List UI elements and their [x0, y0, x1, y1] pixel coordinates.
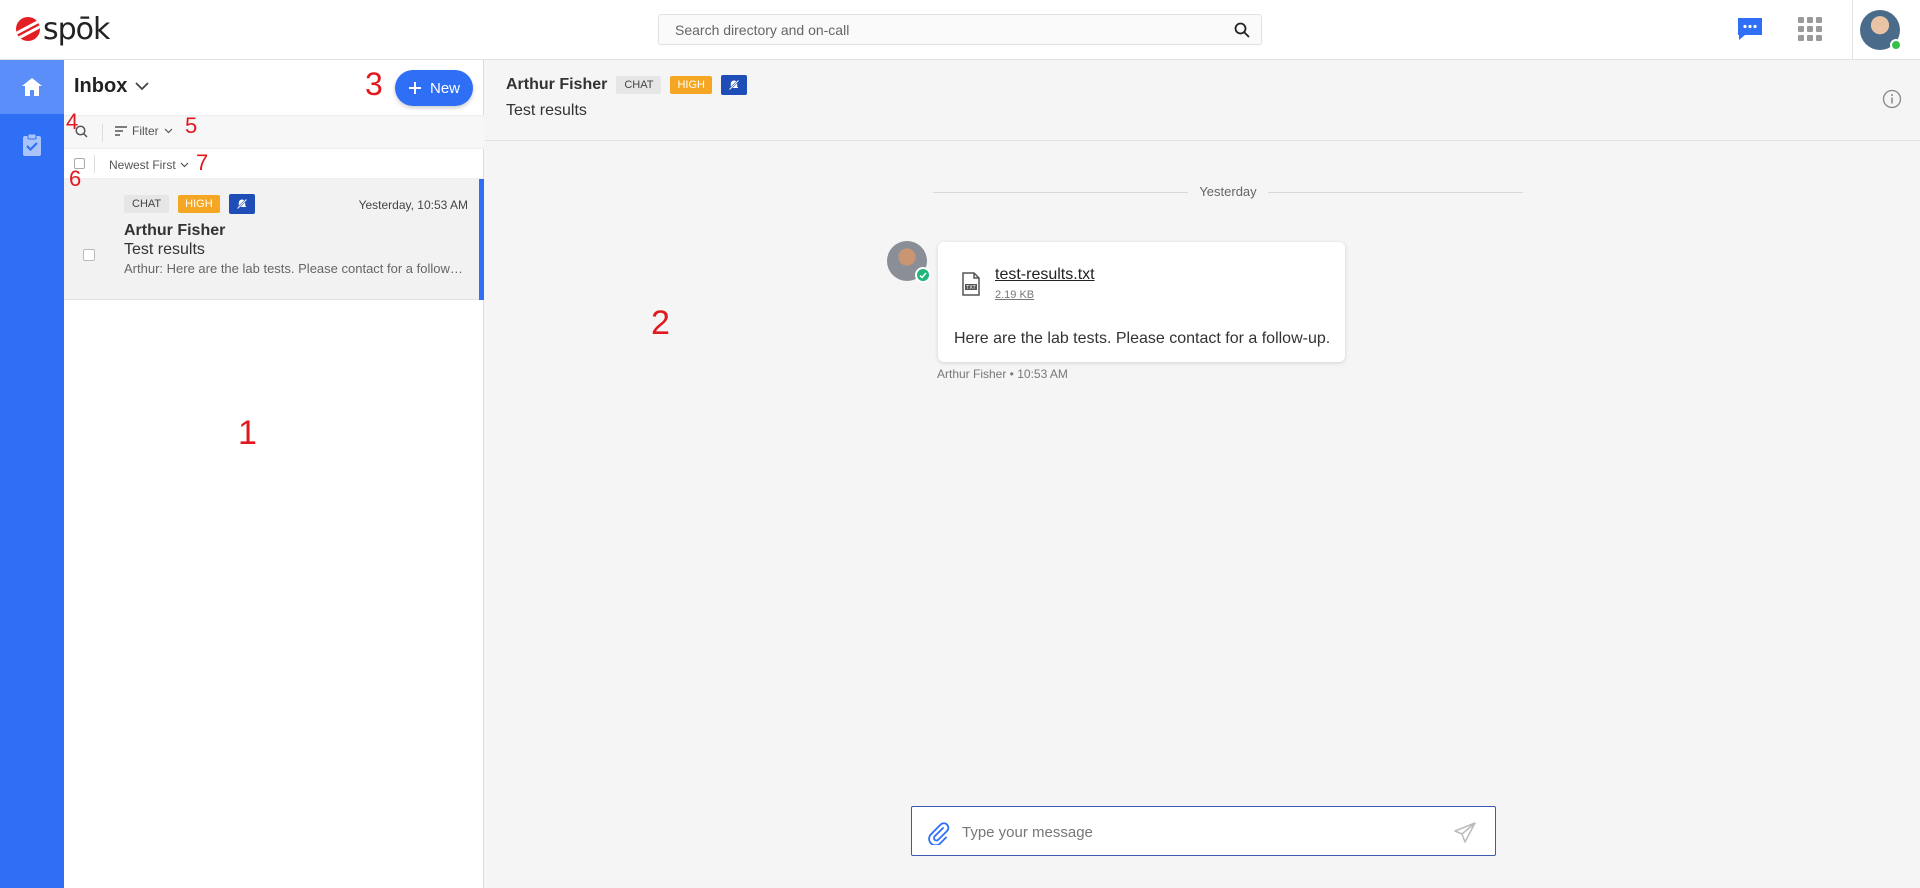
message-composer	[911, 806, 1496, 856]
user-avatar[interactable]	[1860, 10, 1902, 51]
annotation-5: 5	[185, 113, 198, 138]
sort-dropdown[interactable]: Newest First	[109, 158, 189, 172]
spok-logo-mark-icon	[16, 17, 40, 41]
grid-apps-icon[interactable]	[1795, 14, 1825, 44]
conversation-tags: CHAT HIGH	[124, 194, 255, 214]
directory-search	[658, 14, 1262, 45]
top-divider	[1852, 0, 1853, 60]
conversation-name: Arthur Fisher	[124, 222, 226, 239]
new-button-label: New	[429, 79, 460, 97]
annotation-6: 6	[69, 166, 82, 191]
chat-contact-name[interactable]: Arthur Fisher	[506, 76, 607, 94]
sort-divider	[94, 155, 95, 173]
paper-plane-icon[interactable]	[1453, 821, 1477, 845]
day-separator: Yesterday	[933, 184, 1523, 200]
chat-subject: Test results	[506, 102, 587, 119]
chat-type-tag: CHAT	[124, 195, 170, 213]
message-meta: Arthur Fisher • 10:53 AM	[937, 367, 1068, 381]
sender-avatar[interactable]	[887, 241, 931, 283]
chat-pane: Arthur Fisher CHAT HIGH Test results Yes…	[485, 60, 1920, 888]
new-message-button[interactable]: New	[395, 70, 473, 106]
directory-search-input[interactable]	[659, 21, 1227, 38]
filter-label: Filter	[132, 124, 159, 138]
svg-text:TXT: TXT	[965, 285, 976, 291]
inbox-title: Inbox	[74, 75, 128, 97]
filter-dropdown[interactable]: Filter	[115, 124, 173, 138]
chat-type-tag: CHAT	[616, 76, 662, 94]
spok-logo[interactable]: spōk	[16, 11, 110, 47]
txt-file-icon[interactable]: TXT	[960, 272, 982, 296]
chat-header: Arthur Fisher CHAT HIGH Test results	[485, 60, 1920, 141]
selected-indicator	[479, 179, 484, 300]
attachment-link[interactable]: test-results.txt	[995, 266, 1095, 284]
paperclip-icon[interactable]	[926, 821, 950, 845]
chevron-down-icon	[135, 82, 149, 91]
chevron-down-icon	[180, 162, 189, 168]
conversation-list-item[interactable]: CHAT HIGH Yesterday, 10:53 AM Arthur Fis…	[64, 179, 484, 300]
inbox-panel: Inbox New Filter Newest First CHAT HIGH	[64, 60, 484, 888]
priority-tag: HIGH	[178, 195, 220, 213]
logo-text: spōk	[43, 11, 110, 47]
inbox-toolbar: Filter	[64, 115, 484, 149]
chat-bubble-icon[interactable]	[1735, 14, 1765, 44]
top-bar: spōk	[0, 0, 1920, 60]
left-nav-rail	[0, 60, 64, 888]
inbox-dropdown[interactable]: Inbox	[74, 75, 149, 98]
home-icon	[22, 78, 42, 96]
attachment-size[interactable]: 2.19 KB	[995, 289, 1034, 301]
plus-icon	[408, 82, 421, 94]
conversation-subject: Test results	[124, 241, 205, 258]
inbox-header: Inbox New	[64, 60, 484, 115]
toolbar-divider	[102, 124, 103, 142]
bell-off-icon	[720, 75, 747, 95]
annotation-4: 4	[66, 109, 79, 134]
bell-off-icon	[228, 194, 255, 214]
filter-lines-icon	[115, 126, 127, 136]
priority-tag: HIGH	[670, 76, 712, 94]
sort-bar: Newest First	[64, 149, 484, 179]
message-bubble: TXT test-results.txt 2.19 KB Here are th…	[938, 242, 1345, 362]
annotation-7: 7	[196, 150, 209, 175]
nav-tasks[interactable]	[0, 118, 64, 172]
annotation-3: 3	[365, 66, 383, 102]
chevron-down-icon	[164, 128, 173, 134]
chat-header-line: Arthur Fisher CHAT HIGH	[506, 75, 747, 95]
conversation-checkbox[interactable]	[83, 249, 95, 261]
conversation-preview: Arthur: Here are the lab tests. Please c…	[124, 261, 464, 276]
online-status-badge	[1890, 39, 1902, 51]
message-input[interactable]	[962, 817, 1432, 847]
sort-label: Newest First	[109, 158, 176, 172]
annotation-2: 2	[651, 304, 670, 342]
search-icon[interactable]	[1227, 15, 1257, 45]
clipboard-check-icon	[23, 133, 41, 156]
nav-home[interactable]	[0, 60, 64, 114]
check-icon	[915, 267, 931, 283]
message-text: Here are the lab tests. Please contact f…	[954, 330, 1331, 347]
annotation-1: 1	[238, 414, 257, 452]
conversation-time: Yesterday, 10:53 AM	[358, 198, 468, 212]
info-icon[interactable]	[1882, 89, 1902, 109]
